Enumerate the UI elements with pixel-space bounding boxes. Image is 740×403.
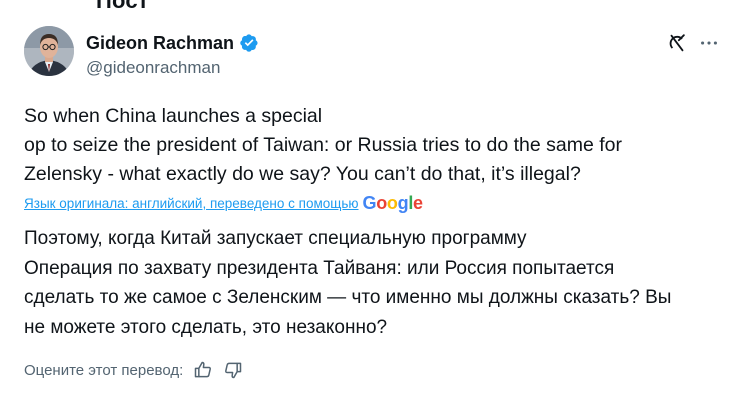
google-logo: Google	[362, 193, 424, 213]
grok-icon[interactable]	[666, 32, 688, 59]
translated-text: Поэтому, когда Китай запускает специальн…	[24, 228, 672, 338]
more-icon[interactable]	[698, 32, 720, 59]
avatar-image	[24, 26, 74, 76]
translation-attribution: Язык оригинала: английский, переведено с…	[24, 193, 423, 214]
tweet-text: So when China launches a special op to s…	[24, 105, 622, 185]
display-name[interactable]: Gideon Rachman	[86, 33, 234, 54]
author-names: Gideon Rachman @gideonrachman	[86, 30, 259, 78]
avatar[interactable]	[24, 26, 74, 76]
thumbs-up-icon[interactable]	[193, 360, 213, 380]
translation-note-link[interactable]: Язык оригинала: английский, переведено с…	[24, 196, 359, 211]
author-handle[interactable]: @gideonrachman	[86, 58, 259, 78]
thumbs-down-icon[interactable]	[223, 360, 243, 380]
page-title: Пост	[96, 0, 149, 13]
rate-translation-row: Оцените этот перевод:	[24, 360, 243, 380]
post-header-actions	[666, 32, 720, 59]
author-row: Gideon Rachman @gideonrachman	[24, 26, 720, 86]
display-name-row: Gideon Rachman	[86, 30, 259, 56]
rate-translation-label: Оцените этот перевод:	[24, 361, 184, 379]
post-page: Пост Gideon Rachman @gideonrachman So wh…	[0, 0, 740, 403]
verified-badge-icon[interactable]	[239, 33, 259, 53]
